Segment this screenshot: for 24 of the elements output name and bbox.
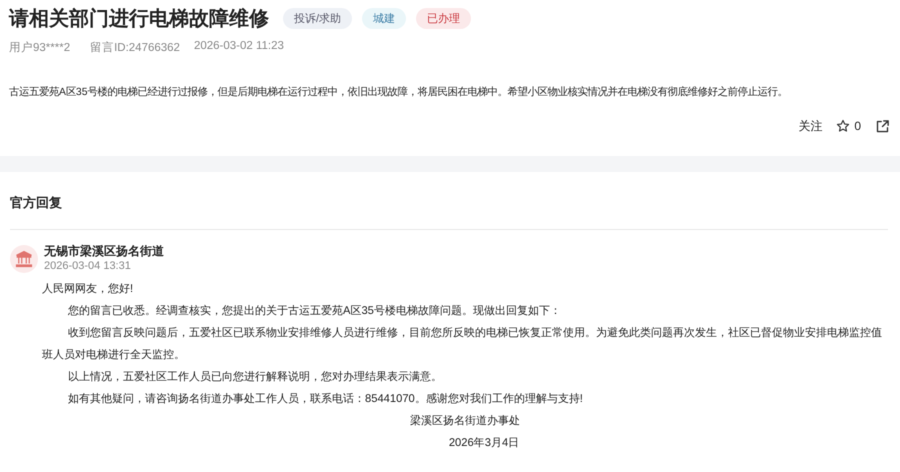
star-icon: [836, 119, 850, 133]
share-icon: [875, 118, 890, 134]
follow-button[interactable]: 关注: [798, 118, 822, 134]
reply-paragraph: 您的留言已收悉。经调查核实，您提出的关于古运五爱苑A区35号楼电梯故障问题。现做出回复如下：: [67, 304, 562, 319]
message-text: 古运五爱苑A区35号楼的电梯已经进行过报修，但是后期电梯在运行过程中，依旧出现故障，将居民困在电梯中。希望小区物业核实情况并在电梯没有彻底维修好之前停止运行。: [9, 85, 788, 100]
status-tag: 已办理: [416, 8, 472, 28]
message-id: 留言ID:24766362: [90, 40, 180, 55]
category-tag: 投诉/求助: [283, 8, 352, 28]
greeting-text: 人民网网友，您好!: [41, 282, 134, 297]
page-title: 请相关部门进行电梯故障维修: [9, 6, 269, 32]
category-tag: 城建: [362, 8, 406, 28]
user-name: 用户93****2: [9, 40, 70, 55]
building-icon: [15, 250, 33, 268]
signature-text: 梁溪区扬名街道办事处: [409, 414, 521, 429]
reply-paragraph: 以上情况，五爱社区工作人员已向您进行解释说明，您对办理结果表示满意。: [67, 370, 443, 385]
like-button[interactable]: 0: [836, 119, 861, 133]
section-heading: 官方回复: [10, 194, 63, 212]
post-time: 2026-03-02 11:23: [194, 40, 284, 54]
reply-paragraph: 如有其他疑问，请咨询扬名街道办事处工作人员，联系电话：85441070。感谢您对我们工作的理解与支持!: [67, 392, 584, 407]
share-button[interactable]: [875, 118, 890, 134]
department-name: 无锡市梁溪区扬名街道: [44, 243, 164, 259]
reply-date: 2026年3月4日: [448, 436, 520, 451]
reply-time: 2026-03-04 13:31: [44, 259, 132, 274]
reply-paragraph: 收到您留言反映问题后，五爱社区已联系物业安排维修人员进行维修，目前您所反映的电梯已恢复正常使用。为避免此类问题再次发生，社区已督促物业安排电梯监控值班人员对电梯进行全天监控。: [41, 326, 883, 363]
